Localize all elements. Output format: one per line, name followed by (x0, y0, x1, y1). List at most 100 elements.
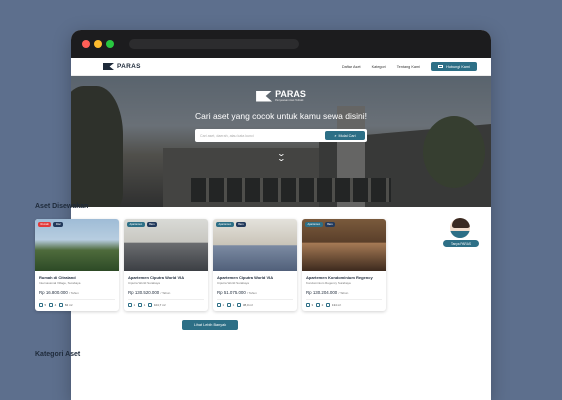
bed-stat: 5 (39, 303, 46, 307)
listing-card[interactable]: Apartemen Baru Apartemen Ciputra World VI… (213, 219, 297, 311)
area-icon (237, 303, 242, 307)
area-value: 84 m² (64, 303, 73, 307)
nav-links: Daftar Aset Kategori Tentang Kami Hubung… (342, 62, 477, 71)
bed-count: 1 (133, 303, 136, 307)
listing-card[interactable]: Rumah Disc Rumah di Citraland Internasion… (35, 219, 119, 311)
listing-title[interactable]: Apartemen Ciputra World VIA (217, 275, 293, 280)
bath-stat: 1 (227, 303, 234, 307)
bath-count: 4 (54, 303, 57, 307)
section-title: Aset Disewakan (35, 203, 89, 210)
hero-brand-tagline: Penyewaan Aset Terbaik (275, 99, 304, 102)
listing-info: Rumah di Citraland Internasional Village… (35, 271, 119, 307)
assistant-widget[interactable]: Tanya PARAS (443, 217, 479, 247)
area-icon (148, 303, 153, 307)
area-stat: 84 m² (59, 303, 73, 307)
maximize-dot[interactable] (106, 40, 114, 48)
listing-price: Rp 130.520.000 (128, 290, 160, 295)
nav-link-tentang-kami[interactable]: Tentang Kami (397, 65, 420, 69)
listing-card[interactable]: Apartemen Baru Apartemen Kondominium Rege… (302, 219, 386, 311)
listing-location: Ciputra World Surabaya (128, 281, 160, 285)
nav-link-kategori[interactable]: Kategori (372, 65, 386, 69)
listing-badge: Baru (324, 222, 336, 227)
listing-badge: Apartemen (127, 222, 145, 227)
area-value: 38,0 m² (242, 303, 254, 307)
flag-logo-icon (103, 63, 114, 70)
minimize-dot[interactable] (94, 40, 102, 48)
area-value: 134 m² (331, 303, 342, 307)
assistant-label: Tanya PARAS (443, 240, 479, 247)
listing-price: Rp 16.800.000 (39, 290, 68, 295)
bed-count: 1 (222, 303, 225, 307)
area-stat: 104,7 m² (148, 303, 166, 307)
area-stat: 134 m² (326, 303, 341, 307)
brand-logo[interactable]: PARAS (103, 63, 141, 70)
listing-badge: Baru (235, 222, 247, 227)
hero-banner: PARAS Penyewaan Aset Terbaik Cari aset y… (71, 76, 491, 207)
listing-badges: Apartemen Baru (127, 222, 158, 227)
browser-chrome (71, 30, 491, 58)
listing-badge: Rumah (38, 222, 52, 227)
area-icon (326, 303, 331, 307)
listing-photo: Apartemen Baru (302, 219, 386, 271)
search-button-label: Mulai Cari (338, 133, 356, 138)
listing-price-row: Rp 130.204.000 / Tahun (306, 290, 382, 295)
listing-location: Internasional Village, Surabaya (39, 281, 81, 285)
hero-brand-name: PARAS (275, 89, 306, 99)
listing-card[interactable]: Apartemen Baru Apartemen Ciputra World VI… (124, 219, 208, 311)
bath-icon (227, 303, 232, 307)
listing-price-row: Rp 51.075.000 / Tahun (217, 290, 293, 295)
hero-title: Cari aset yang cocok untuk kamu sewa dis… (195, 111, 367, 121)
browser-window: PARAS Daftar Aset Kategori Tentang Kami … (71, 30, 491, 400)
listing-title[interactable]: Rumah di Citraland (39, 275, 115, 280)
listing-title[interactable]: Apartemen Kondominium Regency (306, 275, 382, 280)
bath-count: 1 (232, 303, 235, 307)
listing-stats: 3 2 134 m² (306, 299, 382, 307)
search-icon: ⌕ (334, 133, 337, 138)
bed-icon (306, 303, 310, 307)
listing-stats: 5 4 84 m² (39, 299, 115, 307)
bath-stat: 1 (138, 303, 145, 307)
search-input[interactable] (200, 133, 325, 138)
listing-info: Apartemen Ciputra World VIA Ciputra Worl… (213, 271, 297, 307)
nav-link-daftar-aset[interactable]: Daftar Aset (342, 65, 361, 69)
area-value: 104,7 m² (153, 303, 166, 307)
listing-photo: Apartemen Baru (124, 219, 208, 271)
avatar-hair (452, 218, 470, 228)
listing-badge: Disc (53, 222, 64, 227)
listing-stats: 1 1 104,7 m² (128, 299, 204, 307)
listing-cards: Rumah Disc Rumah di Citraland Internasion… (35, 219, 386, 311)
area-stat: 38,0 m² (237, 303, 253, 307)
listing-photo: Rumah Disc (35, 219, 119, 271)
bath-icon (49, 303, 54, 307)
avatar-shirt (450, 231, 470, 238)
bed-icon (128, 303, 132, 307)
bath-icon (138, 303, 143, 307)
close-dot[interactable] (82, 40, 90, 48)
contact-button[interactable]: Hubungi Kami (431, 62, 477, 71)
bath-count: 1 (143, 303, 146, 307)
listing-info: Apartemen Kondominium Regency Kondominiu… (302, 271, 386, 307)
bed-count: 5 (44, 303, 47, 307)
bed-stat: 1 (217, 303, 224, 307)
listing-price-row: Rp 130.520.000 / Tahun (128, 290, 204, 295)
category-section-title: Kategori Aset (35, 351, 81, 358)
listing-photo: Apartemen Baru (213, 219, 297, 271)
address-bar[interactable] (129, 39, 299, 49)
brand-name: PARAS (117, 63, 141, 70)
listing-badges: Apartemen Baru (216, 222, 247, 227)
listing-period: / Tahun (160, 291, 171, 295)
see-more-button[interactable]: Lihat Lebih Banyak (182, 320, 238, 330)
bed-count: 3 (311, 303, 314, 307)
area-icon (59, 303, 64, 307)
listing-period: / Tahun (247, 291, 257, 295)
listing-title[interactable]: Apartemen Ciputra World VIA (128, 275, 204, 280)
listing-badge: Apartemen (216, 222, 234, 227)
search-button[interactable]: ⌕ Mulai Cari (325, 131, 365, 140)
listing-badge: Apartemen (305, 222, 323, 227)
listing-price-row: Rp 16.800.000 / Tahun (39, 290, 115, 295)
scroll-down-icon[interactable]: ⌄ ⌄ (276, 150, 285, 163)
bed-icon (39, 303, 43, 307)
listing-badge: Baru (146, 222, 158, 227)
listing-stats: 1 1 38,0 m² (217, 299, 293, 307)
bath-count: 2 (321, 303, 324, 307)
